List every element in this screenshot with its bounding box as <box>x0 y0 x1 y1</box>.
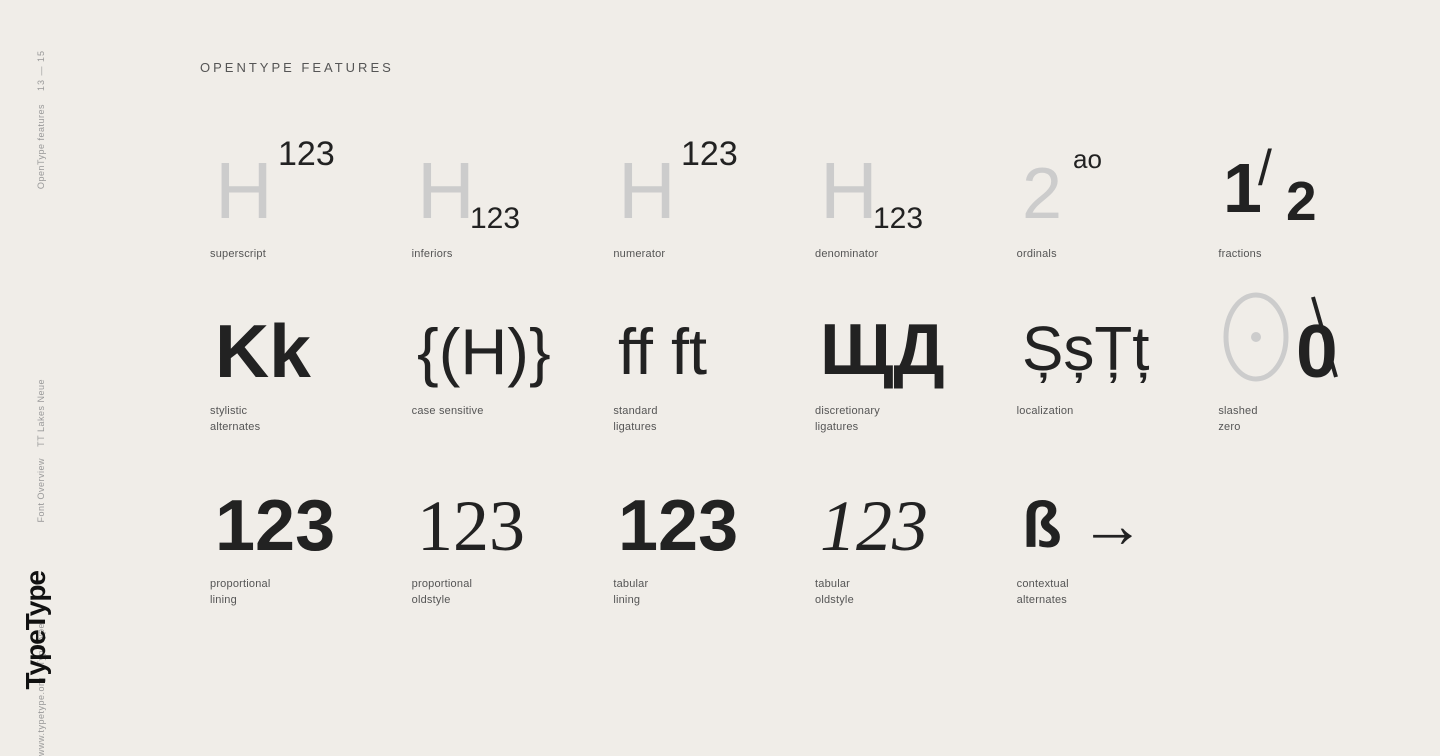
glyph-localization: ȘșȚț <box>1017 282 1189 392</box>
label-contextual-alternates: contextual alternates <box>1017 577 1069 608</box>
label-localization: localization <box>1017 404 1074 419</box>
glyph-numerator: H 123 <box>613 125 785 235</box>
feature-superscript: H 123 superscript <box>200 125 392 262</box>
glyph-contextual-alternates: ß → <box>1017 455 1189 565</box>
svg-text:123: 123 <box>681 135 738 173</box>
svg-text:ao: ao <box>1073 144 1102 174</box>
label-standard-ligatures: standard ligatures <box>613 404 657 435</box>
glyph-standard-ligatures: ff ft <box>613 282 785 392</box>
svg-text:H: H <box>618 146 676 230</box>
label-slashed-zero: slashed zero <box>1218 404 1257 435</box>
glyph-superscript: H 123 <box>210 125 382 235</box>
font-name-label: TT Lakes Neue <box>35 379 48 447</box>
svg-text:1: 1 <box>1223 149 1262 227</box>
svg-text:H: H <box>820 146 878 230</box>
label-case-sensitive: case sensitive <box>412 404 484 419</box>
feature-fractions: 1 / 2 fractions <box>1208 125 1400 262</box>
label-proportional-oldstyle: proportional oldstyle <box>412 577 473 608</box>
section-label: OpenType features <box>35 104 48 189</box>
label-proportional-lining: proportional lining <box>210 577 271 608</box>
label-fractions: fractions <box>1218 247 1261 262</box>
svg-text:0: 0 <box>1296 309 1338 392</box>
svg-text:123: 123 <box>873 202 923 230</box>
svg-text:H: H <box>215 146 273 230</box>
feature-standard-ligatures: ff ft standard ligatures <box>603 282 795 435</box>
glyph-discretionary-ligatures: ЩД <box>815 282 987 392</box>
svg-text:123: 123 <box>470 202 520 230</box>
brand-name: TypeType <box>20 571 52 690</box>
svg-text:ff ft: ff ft <box>618 315 707 388</box>
label-superscript: superscript <box>210 247 266 262</box>
svg-text:ß →: ß → <box>1022 488 1145 561</box>
feature-discretionary-ligatures: ЩД discretionary ligatures <box>805 282 997 435</box>
glyph-stylistic-alternates: Kk <box>210 282 382 392</box>
page-range: 13 — 15 <box>35 50 48 91</box>
label-tabular-lining: tabular lining <box>613 577 648 608</box>
glyph-case-sensitive: {(H)} <box>412 282 584 392</box>
svg-text:/: / <box>1258 140 1272 196</box>
feature-numerator: H 123 numerator <box>603 125 795 262</box>
feature-proportional-lining: 123 proportional lining <box>200 455 392 608</box>
sidebar: 13 — 15 OpenType features TT Lakes Neue … <box>0 0 100 720</box>
glyph-fractions: 1 / 2 <box>1218 125 1390 235</box>
glyph-slashed-zero: 0 <box>1218 282 1390 392</box>
svg-text:2: 2 <box>1286 170 1317 230</box>
label-tabular-oldstyle: tabular oldstyle <box>815 577 854 608</box>
label-ordinals: ordinals <box>1017 247 1057 262</box>
feature-slashed-zero: 0 slashed zero <box>1208 282 1400 435</box>
feature-ordinals: 2 ao ordinals <box>1007 125 1199 262</box>
feature-localization: ȘșȚț localization <box>1007 282 1199 435</box>
label-numerator: numerator <box>613 247 665 262</box>
main-content: OPENTYPE FEATURES H 123 superscript H 12… <box>150 0 1440 720</box>
glyph-proportional-oldstyle: 123 <box>412 455 584 565</box>
feature-stylistic-alternates: Kk stylistic alternates <box>200 282 392 435</box>
feature-proportional-oldstyle: 123 proportional oldstyle <box>402 455 594 608</box>
glyph-tabular-oldstyle: 123 <box>815 455 987 565</box>
feature-tabular-lining: 123 tabular lining <box>603 455 795 608</box>
svg-text:123: 123 <box>820 486 928 565</box>
svg-text:2: 2 <box>1022 154 1062 230</box>
feature-case-sensitive: {(H)} case sensitive <box>402 282 594 435</box>
features-grid: H 123 superscript H 123 inferiors H 123 <box>200 125 1400 608</box>
feature-inferiors: H 123 inferiors <box>402 125 594 262</box>
feature-contextual-alternates: ß → contextual alternates <box>1007 455 1199 608</box>
svg-text:ЩД: ЩД <box>820 310 945 390</box>
glyph-denominator: H 123 <box>815 125 987 235</box>
feature-tabular-oldstyle: 123 tabular oldstyle <box>805 455 997 608</box>
svg-text:123: 123 <box>278 135 335 173</box>
label-discretionary-ligatures: discretionary ligatures <box>815 404 880 435</box>
svg-text:123: 123 <box>618 486 738 565</box>
feature-denominator: H 123 denominator <box>805 125 997 262</box>
svg-text:Kk: Kk <box>215 309 311 392</box>
glyph-inferiors: H 123 <box>412 125 584 235</box>
font-subtitle-label: Font Overview <box>35 458 48 523</box>
glyph-ordinals: 2 ao <box>1017 125 1189 235</box>
svg-text:H: H <box>417 146 475 230</box>
svg-text:{(H)}: {(H)} <box>417 315 551 388</box>
label-stylistic-alternates: stylistic alternates <box>210 404 260 435</box>
page-title: OPENTYPE FEATURES <box>200 60 1400 75</box>
label-denominator: denominator <box>815 247 878 262</box>
glyph-proportional-lining: 123 <box>210 455 382 565</box>
svg-text:123: 123 <box>215 486 335 565</box>
glyph-tabular-lining: 123 <box>613 455 785 565</box>
svg-text:123: 123 <box>417 486 525 565</box>
svg-text:ȘșȚț: ȘșȚț <box>1022 315 1149 384</box>
label-inferiors: inferiors <box>412 247 453 262</box>
